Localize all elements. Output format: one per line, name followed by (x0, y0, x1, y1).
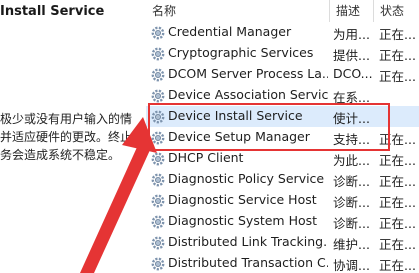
service-description-line: 极少或没有用户输入的情 (0, 112, 133, 126)
service-gear-icon (151, 110, 165, 124)
service-description-line: 并适应硬件的更改。终止 (0, 130, 133, 144)
service-status: 正在... (379, 174, 416, 189)
service-status: 正在... (379, 258, 416, 273)
service-row[interactable]: Distributed Link Tracking... 维护... 正在... (146, 232, 419, 253)
service-name: DCOM Server Process La... (168, 66, 328, 81)
service-gear-icon (151, 152, 165, 166)
services-list: 名称 描述 状态 Credential Manager 为用... 正在... Cry… (146, 0, 419, 273)
service-description: 支持... (333, 132, 370, 147)
service-description: DCO... (333, 66, 373, 81)
service-status: 正在... (379, 195, 416, 210)
service-row[interactable]: Device Setup Manager 支持... 正在... (146, 127, 419, 148)
service-name: Distributed Link Tracking... (168, 234, 328, 249)
column-header-status[interactable]: 状态 (374, 0, 419, 22)
service-status: 正在... (379, 48, 416, 63)
service-row[interactable]: Diagnostic Policy Service 诊断... 正在... (146, 169, 419, 190)
service-name: DHCP Client (168, 150, 244, 165)
service-gear-icon (151, 236, 165, 250)
service-description-line: 务会造成系统不稳定。 (0, 148, 121, 162)
service-status: 正在... (379, 153, 416, 168)
service-status: 正在... (379, 27, 416, 42)
service-row[interactable]: Credential Manager 为用... 正在... (146, 22, 419, 43)
service-title: Install Service (0, 4, 105, 19)
service-details-pane: Install Service 极少或没有用户输入的情 并适应硬件的更改。终止 … (0, 0, 146, 273)
service-description: 使计... (333, 111, 370, 126)
service-row[interactable]: Diagnostic Service Host 诊断... 正在... (146, 190, 419, 211)
service-description: 诊断... (333, 174, 370, 189)
service-description: 诊断... (333, 195, 370, 210)
service-gear-icon (151, 215, 165, 229)
service-row[interactable]: Distributed Transaction C... 协调... 正在... (146, 253, 419, 273)
service-status: 正在... (379, 132, 416, 147)
service-name: Device Association Service (168, 87, 328, 102)
service-description: 诊断... (333, 216, 370, 231)
service-gear-icon (151, 89, 165, 103)
column-header-description[interactable]: 描述 (330, 0, 374, 22)
service-gear-icon (151, 26, 165, 40)
service-description: 协调... (333, 258, 370, 273)
service-gear-icon (151, 47, 165, 61)
service-status: 正在... (379, 216, 416, 231)
service-name: Cryptographic Services (168, 45, 314, 60)
service-row[interactable]: DHCP Client 为此... 正在... (146, 148, 419, 169)
service-gear-icon (151, 68, 165, 82)
service-gear-icon (151, 173, 165, 187)
service-row[interactable]: Diagnostic System Host 诊断... 正在... (146, 211, 419, 232)
service-gear-icon (151, 194, 165, 208)
service-gear-icon (151, 131, 165, 145)
service-row[interactable]: Device Install Service 使计... (146, 106, 419, 127)
service-name: Diagnostic Service Host (168, 192, 317, 207)
service-status: 正在... (379, 69, 416, 84)
service-name: Diagnostic Policy Service (168, 171, 325, 186)
service-name: Device Setup Manager (168, 129, 310, 144)
service-gear-icon (151, 257, 165, 271)
service-row[interactable]: DCOM Server Process La... DCO... 正在... (146, 64, 419, 85)
column-header-name[interactable]: 名称 (146, 0, 330, 22)
service-description: 维护... (333, 237, 370, 252)
service-description: 为此... (333, 153, 370, 168)
service-name: Credential Manager (168, 24, 292, 39)
service-name: Distributed Transaction C... (168, 255, 328, 270)
service-row[interactable]: Cryptographic Services 提供... 正在... (146, 43, 419, 64)
service-description: 为用... (333, 27, 370, 42)
service-name: Diagnostic System Host (168, 213, 318, 228)
service-name: Device Install Service (168, 108, 303, 123)
service-row[interactable]: Device Association Service 在系... (146, 85, 419, 106)
service-description: 提供... (333, 48, 370, 63)
service-description: 在系... (333, 90, 370, 105)
service-status: 正在... (379, 237, 416, 252)
